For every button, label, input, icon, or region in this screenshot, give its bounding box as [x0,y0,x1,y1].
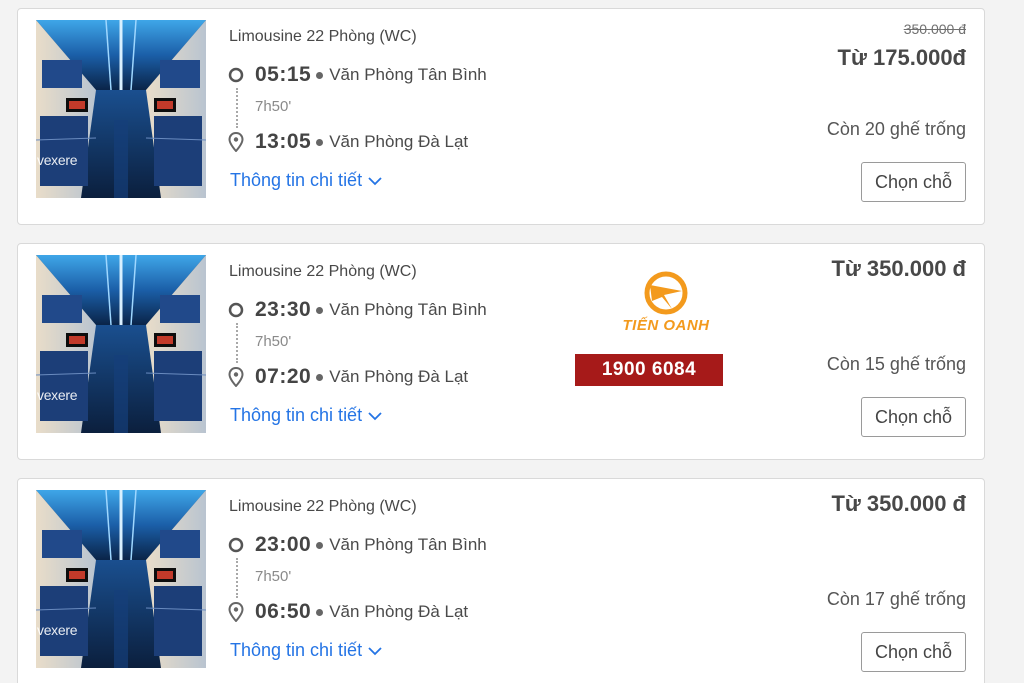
route-line [236,323,238,363]
trip-details-link[interactable]: Thông tin chi tiết [230,170,382,191]
trip-card: vexere Limousine 22 Phòng (WC) 23:30 Văn… [17,243,985,460]
trip-details-link[interactable]: Thông tin chi tiết [230,405,382,426]
trip-card: vexere Limousine 22 Phòng (WC) 05:15 Văn… [17,8,985,225]
bus-interior-image[interactable]: vexere [36,490,206,668]
dot-separator [316,138,324,146]
price: Từ 350.000 đ [831,491,966,516]
image-watermark: vexere [37,622,78,638]
departure-station: Văn Phòng Tân Bình [329,535,487,554]
dot-separator [316,71,324,79]
location-pin-icon [227,132,245,152]
arrival-time: 07:20 [255,365,312,388]
circle-outline-icon [227,536,245,554]
brand-emblem-icon [644,271,688,315]
arrival-row: 07:20 Văn Phòng Đà Lạt [227,365,468,389]
departure-row: 23:00 Văn Phòng Tân Bình [227,533,487,557]
bus-name: Limousine 22 Phòng (WC) [229,28,417,45]
chevron-down-icon [368,411,382,421]
departure-row: 23:30 Văn Phòng Tân Bình [227,298,487,322]
departure-time: 23:00 [255,533,312,556]
image-watermark: vexere [37,152,78,168]
trip-duration: 7h50' [255,333,292,350]
trip-duration: 7h50' [255,568,292,585]
departure-row: 05:15 Văn Phòng Tân Bình [227,63,487,87]
chevron-down-icon [368,646,382,656]
original-price: 350.000 đ [903,21,966,37]
image-watermark: vexere [37,387,78,403]
arrival-row: 13:05 Văn Phòng Đà Lạt [227,130,468,154]
route-line [236,558,238,598]
arrival-time: 06:50 [255,600,312,623]
departure-station: Văn Phòng Tân Bình [329,65,487,84]
trip-card: vexere Limousine 22 Phòng (WC) 23:00 Văn… [17,478,985,683]
seats-available: Còn 17 ghế trống [826,589,966,609]
arrival-station: Văn Phòng Đà Lạt [329,602,469,621]
dot-separator [316,306,324,314]
arrival-row: 06:50 Văn Phòng Đà Lạt [227,600,468,624]
bus-name: Limousine 22 Phòng (WC) [229,263,417,280]
circle-outline-icon [227,301,245,319]
seats-available: Còn 15 ghế trống [826,354,966,374]
trip-details-label: Thông tin chi tiết [230,405,363,425]
brand-name: TIẾN OANH [622,317,710,334]
trip-details-link[interactable]: Thông tin chi tiết [230,640,382,661]
departure-time: 23:30 [255,298,312,321]
dot-separator [316,373,324,381]
location-pin-icon [227,602,245,622]
trip-duration: 7h50' [255,98,292,115]
departure-station: Văn Phòng Tân Bình [329,300,487,319]
select-seat-button[interactable]: Chọn chỗ [861,162,966,202]
brand-logo: TIẾN OANH [606,271,726,341]
location-pin-icon [227,367,245,387]
bus-interior-image[interactable]: vexere [36,255,206,433]
circle-outline-icon [227,66,245,84]
trip-details-label: Thông tin chi tiết [230,640,363,660]
select-seat-button[interactable]: Chọn chỗ [861,397,966,437]
hotline-badge: 1900 6084 [575,354,723,386]
trip-details-label: Thông tin chi tiết [230,170,363,190]
arrival-station: Văn Phòng Đà Lạt [329,367,469,386]
departure-time: 05:15 [255,63,312,86]
route-line [236,88,238,128]
arrival-time: 13:05 [255,130,312,153]
bus-name: Limousine 22 Phòng (WC) [229,498,417,515]
chevron-down-icon [368,176,382,186]
bus-interior-image[interactable]: vexere [36,20,206,198]
select-seat-button[interactable]: Chọn chỗ [861,632,966,672]
dot-separator [316,541,324,549]
dot-separator [316,608,324,616]
price: Từ 175.000đ [837,45,966,70]
arrival-station: Văn Phòng Đà Lạt [329,132,469,151]
seats-available: Còn 20 ghế trống [826,119,966,139]
price: Từ 350.000 đ [831,256,966,281]
